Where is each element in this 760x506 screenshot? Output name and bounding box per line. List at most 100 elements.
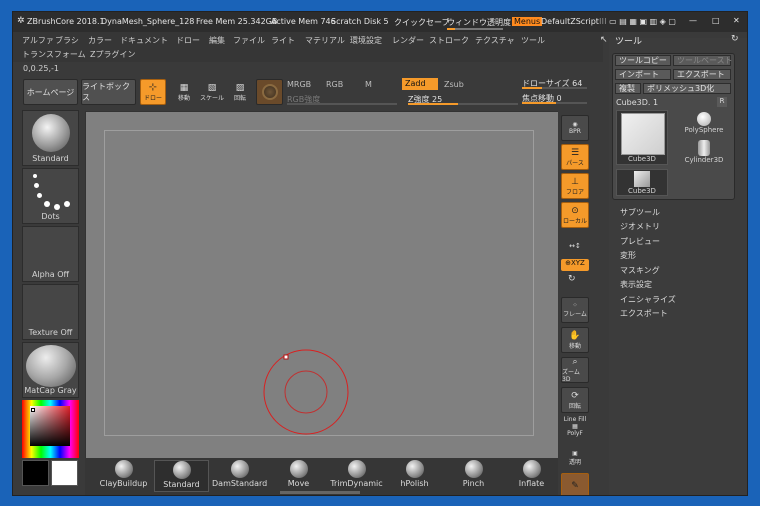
tool-thumb-cube[interactable]: Cube3D: [616, 169, 668, 196]
tool-panel-arrow-icon[interactable]: ↖: [600, 35, 608, 45]
menu-file[interactable]: ファイル: [233, 35, 265, 46]
brush-pinch[interactable]: Pinch: [446, 460, 501, 492]
quicksave-button[interactable]: クイックセーブ: [394, 17, 450, 28]
toolbar-icons[interactable]: ⁝⁝⁝ ▭ ▤ ▦ ▣ ▥ ◈ ▢: [599, 17, 676, 26]
main-color-swatch[interactable]: [51, 460, 78, 486]
rotate-axis-icon[interactable]: ↻: [568, 274, 576, 284]
brush-inflate[interactable]: Inflate: [504, 460, 559, 492]
section-subtool[interactable]: サブツール: [620, 207, 660, 218]
reset-icon[interactable]: ↻: [731, 34, 739, 44]
default-zscript-button[interactable]: DefaultZScript: [541, 17, 599, 26]
menu-tool[interactable]: ツール: [521, 35, 545, 46]
material-swatch[interactable]: [256, 79, 283, 105]
brush-scrollbar[interactable]: [280, 491, 360, 494]
menu-edit[interactable]: 編集: [209, 35, 225, 46]
r-button[interactable]: R: [717, 97, 727, 107]
brush-claybuildup[interactable]: ClayBuildup: [96, 460, 151, 492]
focal-shift-track[interactable]: [522, 102, 587, 104]
zoom-button[interactable]: ⌕ ズーム3D: [561, 357, 589, 383]
home-page-button[interactable]: ホームページ: [23, 79, 78, 105]
menu-preferences[interactable]: 環境設定: [350, 35, 382, 46]
menu-zplugin[interactable]: Zプラグイン: [90, 49, 135, 60]
menu-render[interactable]: レンダー: [392, 35, 424, 46]
menus-toggle[interactable]: Menus: [512, 17, 543, 26]
paste-tool-button[interactable]: ツールペースト: [673, 55, 733, 66]
texture-slot[interactable]: Texture Off: [22, 284, 79, 340]
section-initialize[interactable]: イニシャライズ: [620, 294, 676, 305]
document-canvas[interactable]: [85, 111, 559, 459]
tool-thumb-polysphere[interactable]: PolySphere: [679, 112, 729, 138]
stroke-slot[interactable]: Dots: [22, 168, 79, 224]
draw-mode-button[interactable]: ⊹ ドロー: [140, 79, 166, 105]
maximize-icon[interactable]: □: [712, 16, 720, 25]
copy-tool-button[interactable]: ツールコピー: [615, 55, 671, 66]
menu-transform[interactable]: トランスフォーム: [22, 49, 86, 60]
brush-damstandard[interactable]: DamStandard: [212, 460, 267, 492]
brush-hpolish[interactable]: hPolish: [387, 460, 442, 492]
import-button[interactable]: インポート: [615, 69, 671, 80]
secondary-color-swatch[interactable]: [22, 460, 49, 486]
tool-thumb-cube-active[interactable]: Cube3D: [616, 110, 668, 165]
menu-brush[interactable]: ブラシ: [55, 35, 79, 46]
rgb-intensity-track[interactable]: [287, 103, 397, 105]
brush-standard[interactable]: Standard: [154, 460, 209, 492]
section-masking[interactable]: マスキング: [620, 265, 660, 276]
menu-alpha[interactable]: アルファ: [22, 35, 54, 46]
transparent-button[interactable]: ▣ 透明: [561, 445, 589, 471]
rotate-mode-button[interactable]: ▨ 回転: [227, 79, 253, 105]
linefill-button[interactable]: Line Fill ▦ PolyF: [561, 416, 589, 442]
menu-color[interactable]: カラー: [88, 35, 112, 46]
frame-button[interactable]: ⁘ フレーム: [561, 297, 589, 323]
gizmo-button[interactable]: ↔↕: [561, 233, 589, 259]
section-export[interactable]: エクスポート: [620, 308, 668, 319]
material-slot[interactable]: MatCap Gray: [22, 342, 79, 398]
brush-trimdynamic[interactable]: TrimDynamic: [329, 460, 384, 492]
local-button[interactable]: ⊙ ローカル: [561, 202, 589, 228]
rgb-toggle[interactable]: RGB: [326, 80, 343, 89]
section-display[interactable]: 表示設定: [620, 279, 652, 290]
brush-label: ClayBuildup: [99, 479, 148, 488]
minimize-icon[interactable]: —: [689, 16, 697, 25]
xyz-symmetry-button[interactable]: ⊕XYZ: [561, 259, 589, 271]
menu-material[interactable]: マテリアル: [305, 35, 345, 46]
current-tool-name[interactable]: Cube3D. 1: [616, 98, 658, 107]
menu-document[interactable]: ドキュメント: [120, 35, 168, 46]
z-intensity-track[interactable]: [408, 103, 518, 105]
bpr-button[interactable]: ◉ BPR: [561, 115, 589, 141]
color-picker[interactable]: [22, 400, 79, 458]
draw-size-track[interactable]: [522, 87, 587, 89]
transparency-track[interactable]: [447, 28, 503, 30]
scale-mode-button[interactable]: ▧ スケール: [199, 79, 225, 105]
material-slot-label: MatCap Gray: [24, 386, 77, 395]
make-polymesh-button[interactable]: ポリメッシュ3D化: [643, 83, 731, 94]
rotate-view-button[interactable]: ⟳ 回転: [561, 387, 589, 413]
lightbox-button[interactable]: ライトボックス: [81, 79, 136, 105]
ghost-button[interactable]: ✎: [561, 473, 589, 495]
section-geometry[interactable]: ジオメトリ: [620, 221, 660, 232]
pan-button[interactable]: ✋ 移動: [561, 327, 589, 353]
m-toggle[interactable]: M: [365, 80, 372, 89]
brush-slot[interactable]: Standard: [22, 110, 79, 166]
perspective-button[interactable]: ☰ パース: [561, 144, 589, 170]
menu-stroke[interactable]: ストローク: [429, 35, 469, 46]
section-preview[interactable]: プレビュー: [620, 236, 660, 247]
menu-light[interactable]: ライト: [271, 35, 295, 46]
brush-move[interactable]: Move: [271, 460, 326, 492]
window-transparency-slider[interactable]: ウィンドウ透明度: [447, 17, 511, 28]
alpha-slot[interactable]: Alpha Off: [22, 226, 79, 282]
color-saturation-square[interactable]: [30, 406, 70, 446]
tool-panel-title[interactable]: ツール: [615, 34, 642, 47]
zadd-toggle[interactable]: Zadd: [402, 78, 438, 90]
color-cursor-icon: [31, 408, 35, 412]
clone-button[interactable]: 複製: [615, 83, 641, 94]
floor-button[interactable]: ⊥ フロア: [561, 173, 589, 199]
section-deformation[interactable]: 変形: [620, 250, 636, 261]
menu-texture[interactable]: テクスチャ: [475, 35, 515, 46]
export-button[interactable]: エクスポート: [673, 69, 731, 80]
zsub-toggle[interactable]: Zsub: [444, 80, 464, 89]
tool-thumb-cylinder[interactable]: Cylinder3D: [679, 140, 729, 168]
menu-draw[interactable]: ドロー: [176, 35, 200, 46]
mrgb-toggle[interactable]: MRGB: [287, 80, 311, 89]
close-icon[interactable]: ✕: [733, 16, 740, 25]
move-mode-button[interactable]: ▦ 移動: [171, 79, 197, 105]
